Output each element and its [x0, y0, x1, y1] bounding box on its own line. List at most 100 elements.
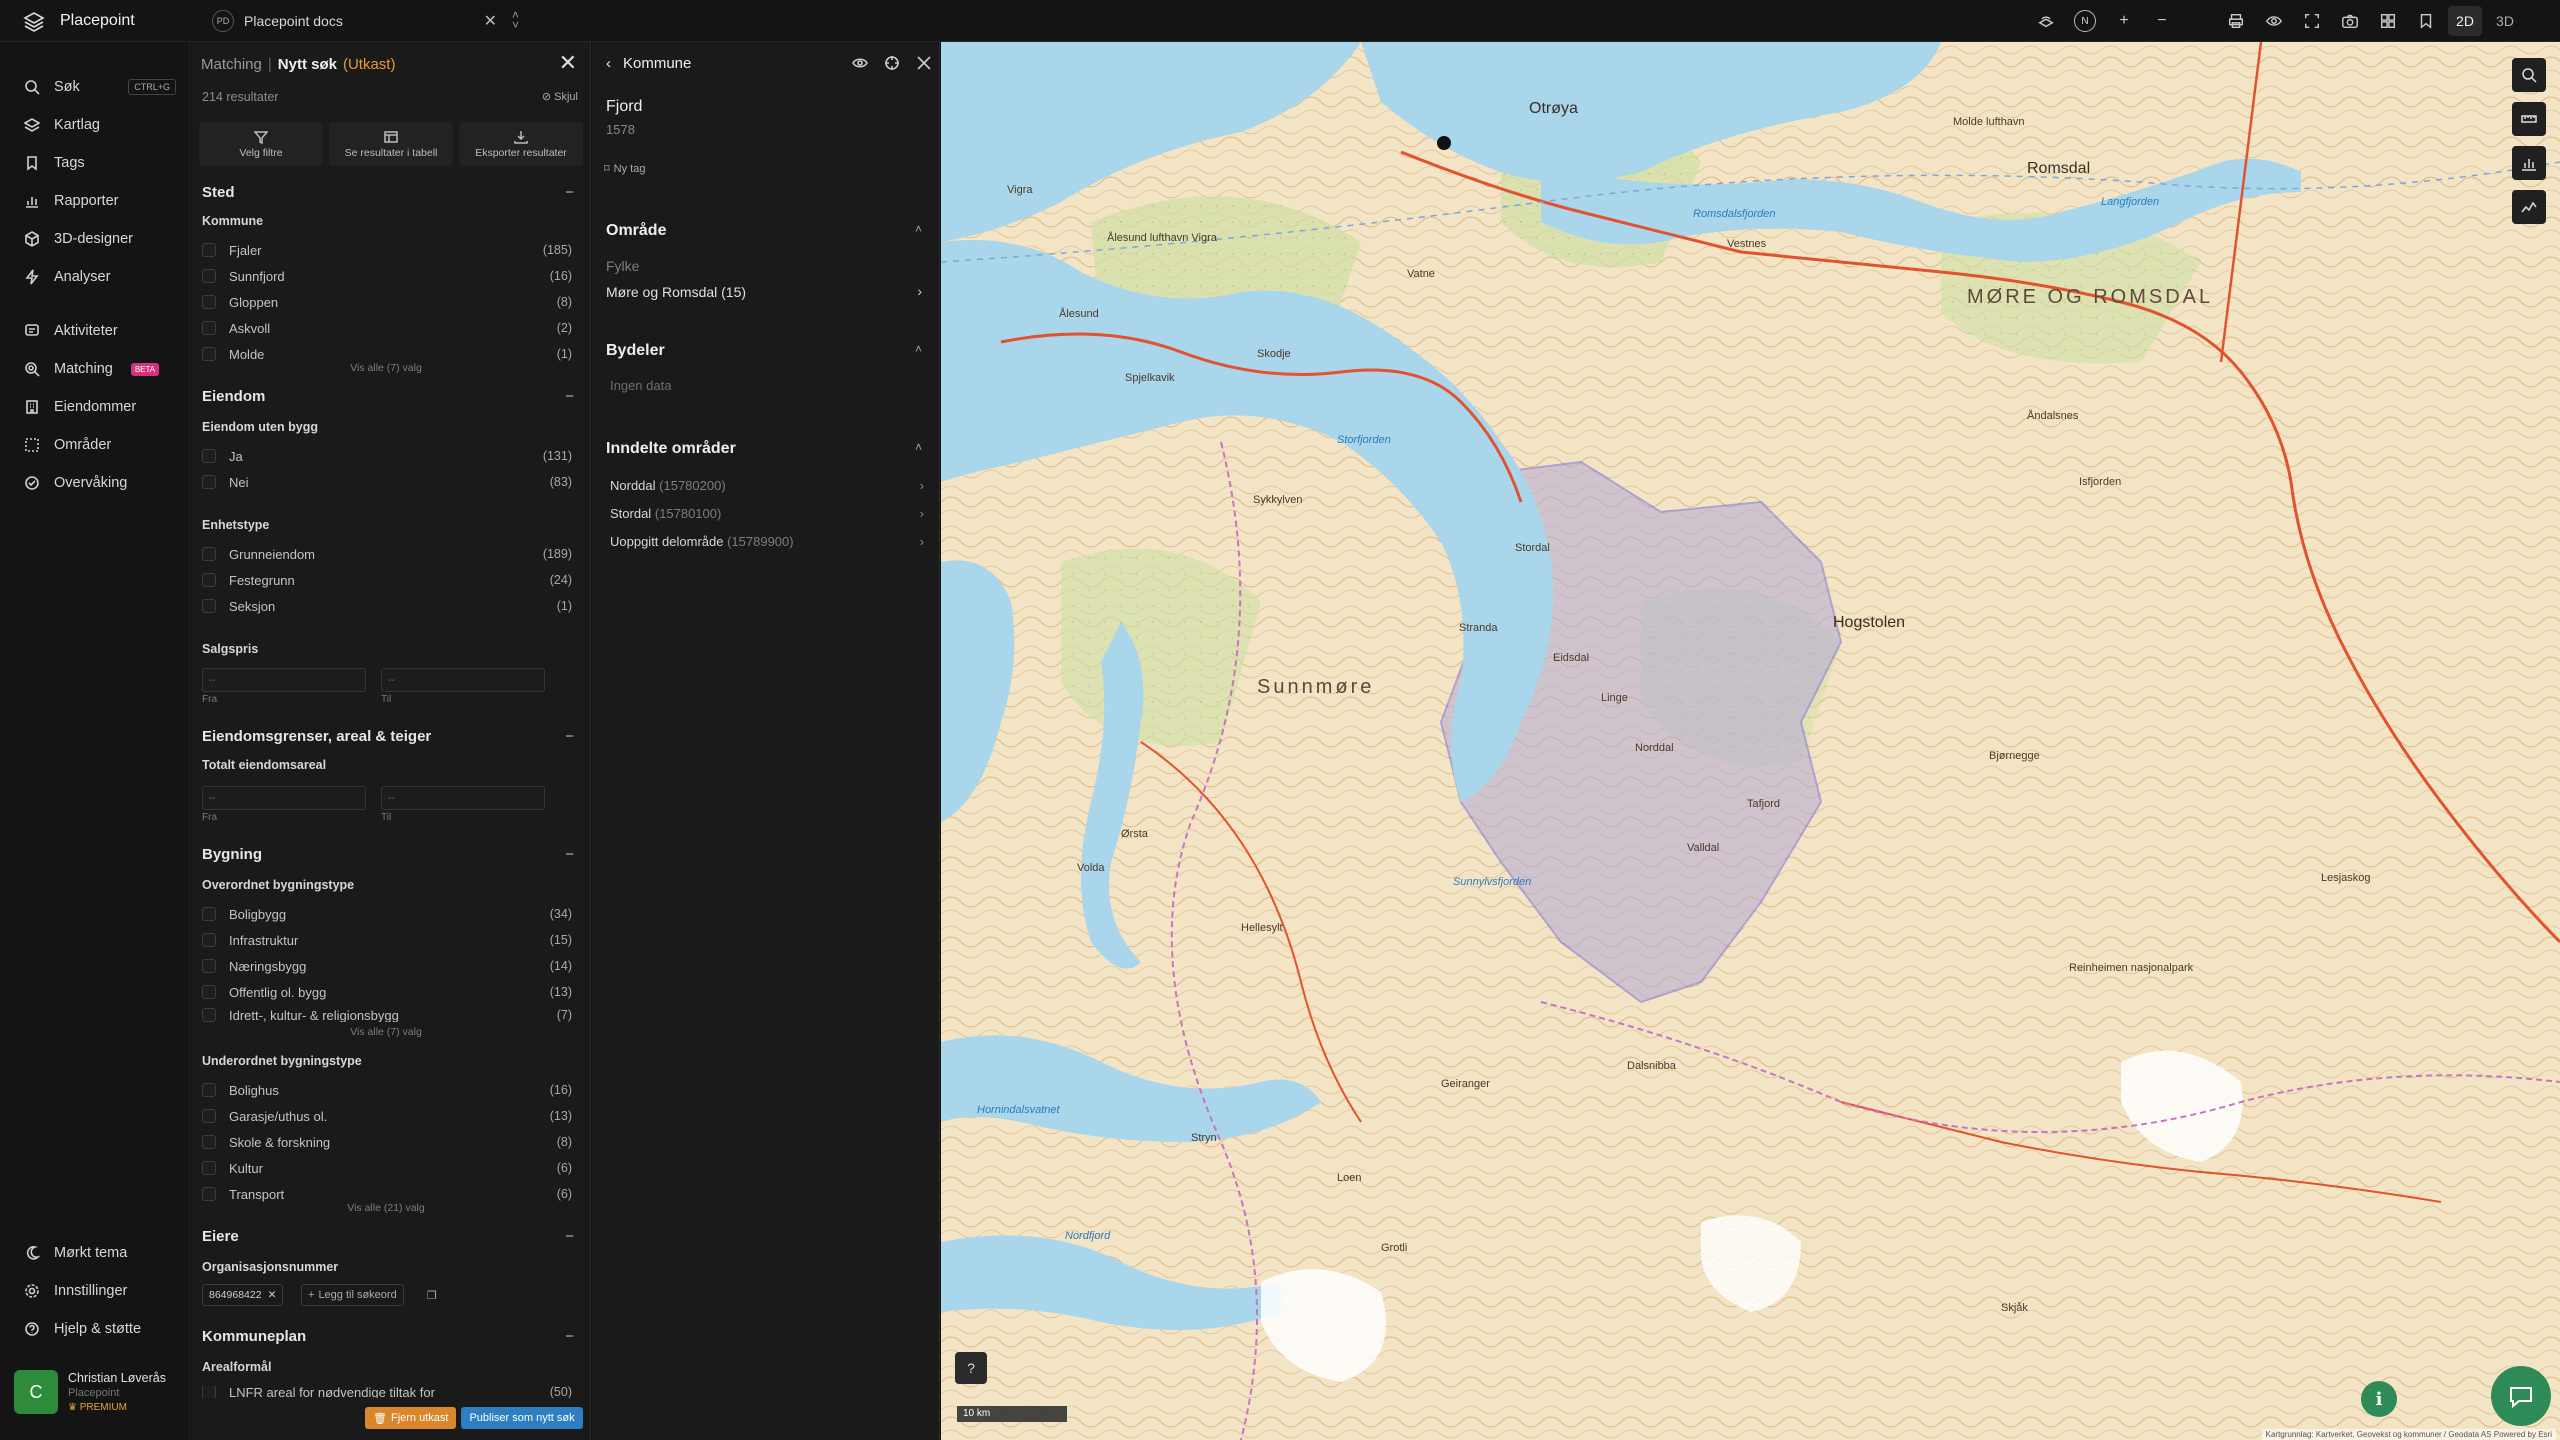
camera-icon[interactable]: [2340, 11, 2360, 31]
checkbox[interactable]: [202, 243, 216, 257]
show-all-overordnet[interactable]: Vis alle (7) valg: [191, 1026, 581, 1038]
checkbox[interactable]: [202, 573, 216, 587]
collapse-icon[interactable]: −: [565, 388, 574, 405]
checkbox[interactable]: [202, 985, 216, 999]
breadcrumb-matching[interactable]: Matching: [201, 56, 262, 73]
sidebar-item-analyser[interactable]: Analyser: [0, 262, 190, 292]
option-molde[interactable]: Molde (1): [202, 344, 572, 364]
map-view[interactable]: MØRE OG ROMSDAL Sunnmøre Romsdal Otrøya …: [941, 42, 2560, 1440]
checkbox[interactable]: [202, 959, 216, 973]
option-grunneiendom[interactable]: Grunneiendom (189): [202, 544, 572, 564]
map-chart-control[interactable]: [2512, 146, 2546, 180]
sidebar-item-help[interactable]: Hjelp & støtte: [0, 1314, 190, 1344]
checkbox[interactable]: [202, 1386, 216, 1398]
show-all-kommune[interactable]: Vis alle (7) valg: [191, 362, 581, 374]
sidebar-item-eiendommer[interactable]: Eiendommer: [0, 392, 190, 422]
option-festegrunn[interactable]: Festegrunn (24): [202, 570, 572, 590]
print-icon[interactable]: [2226, 11, 2246, 31]
brand[interactable]: Placepoint: [22, 0, 135, 42]
option-idrett[interactable]: Idrett-, kultur- & religionsbygg (7): [202, 1008, 572, 1022]
bookmark-icon[interactable]: [2416, 11, 2436, 31]
list-item[interactable]: Norddal (15780200) ›: [610, 478, 926, 493]
option-seksjon[interactable]: Seksjon (1): [202, 596, 572, 616]
section-eiendomsgrenser[interactable]: Eiendomsgrenser, areal & teiger −: [202, 728, 582, 745]
sidebar-item-kartlag[interactable]: Kartlag: [0, 110, 190, 140]
sidebar-item-settings[interactable]: Innstillinger: [0, 1276, 190, 1306]
section-bydeler[interactable]: Bydeler ˄: [606, 342, 926, 360]
section-inndelte[interactable]: Inndelte områder ˄: [606, 440, 926, 458]
checkbox[interactable]: [202, 933, 216, 947]
sidebar-item-omrader[interactable]: Områder: [0, 430, 190, 460]
collapse-icon[interactable]: −: [565, 1228, 574, 1245]
eye-icon[interactable]: [852, 55, 868, 71]
option-offentlig[interactable]: Offentlig ol. bygg (13): [202, 982, 572, 1002]
option-nei[interactable]: Nei (83): [202, 472, 572, 492]
topographic-map[interactable]: [941, 42, 2560, 1440]
grid-icon[interactable]: [2378, 11, 2398, 31]
checkbox[interactable]: [202, 1109, 216, 1123]
option-ja[interactable]: Ja (131): [202, 446, 572, 466]
salgspris-to-input[interactable]: --: [381, 668, 545, 692]
fylke-row[interactable]: Møre og Romsdal (15) ›: [606, 283, 926, 300]
option-gloppen[interactable]: Gloppen (8): [202, 292, 572, 312]
hide-button[interactable]: ⊘ Skjul: [542, 90, 578, 103]
map-profile-control[interactable]: [2512, 190, 2546, 224]
up-down-chevron-icon[interactable]: ˄ ˅: [512, 9, 519, 31]
checkbox[interactable]: [202, 599, 216, 613]
sidebar-item-overvaking[interactable]: Overvåking: [0, 468, 190, 498]
checkbox[interactable]: [202, 1083, 216, 1097]
show-all-underordnet[interactable]: Vis alle (21) valg: [191, 1202, 581, 1214]
remove-chip-icon[interactable]: ✕: [268, 1289, 277, 1301]
checkbox[interactable]: [202, 449, 216, 463]
option-bolighus[interactable]: Bolighus (16): [202, 1080, 572, 1100]
add-keyword-button[interactable]: + Legg til søkeord: [301, 1284, 404, 1306]
map-help-button[interactable]: ?: [955, 1352, 987, 1384]
collapse-icon[interactable]: −: [565, 728, 574, 745]
section-sted[interactable]: Sted −: [202, 184, 582, 201]
option-infrastruktur[interactable]: Infrastruktur (15): [202, 930, 572, 950]
checkbox[interactable]: [202, 1008, 216, 1022]
map-layer-control[interactable]: [2512, 58, 2546, 92]
sidebar-item-aktiviteter[interactable]: Aktiviteter: [0, 316, 190, 346]
back-chevron-icon[interactable]: ‹: [606, 55, 611, 72]
collapse-icon[interactable]: −: [565, 846, 574, 863]
sidebar-item-sok[interactable]: Søk CTRL+G: [0, 72, 190, 102]
compass-icon[interactable]: N: [2074, 10, 2096, 32]
section-eiendom[interactable]: Eiendom −: [202, 388, 582, 405]
info-button[interactable]: i: [2361, 1381, 2397, 1417]
checkbox[interactable]: [202, 269, 216, 283]
option-skole[interactable]: Skole & forskning (8): [202, 1132, 572, 1152]
checkbox[interactable]: [202, 295, 216, 309]
document-select[interactable]: PD Placepoint docs ✕ ˄ ˅: [204, 6, 529, 36]
checkbox[interactable]: [202, 321, 216, 335]
option-sunnfjord[interactable]: Sunnfjord (16): [202, 266, 572, 286]
zoom-out-icon[interactable]: −: [2152, 11, 2172, 31]
collapse-icon[interactable]: −: [565, 1328, 574, 1345]
close-icon[interactable]: ✕: [559, 52, 577, 74]
checkbox[interactable]: [202, 1187, 216, 1201]
checkbox[interactable]: [202, 547, 216, 561]
mode-3d-button[interactable]: 3D: [2488, 6, 2522, 36]
areal-from-input[interactable]: --: [202, 786, 366, 810]
checkbox[interactable]: [202, 475, 216, 489]
option-askvoll[interactable]: Askvoll (2): [202, 318, 572, 338]
publish-search-button[interactable]: Publiser som nytt søk: [461, 1407, 583, 1429]
list-item[interactable]: Uoppgitt delområde (15789900) ›: [610, 534, 926, 549]
export-results-button[interactable]: Eksporter resultater: [459, 122, 583, 166]
salgspris-from-input[interactable]: --: [202, 668, 366, 692]
option-kultur[interactable]: Kultur (6): [202, 1158, 572, 1178]
close-icon[interactable]: [916, 55, 932, 71]
sidebar-item-tags[interactable]: Tags: [0, 148, 190, 178]
remove-draft-button[interactable]: 🗑 Fjern utkast: [365, 1407, 457, 1429]
chevron-up-icon[interactable]: ˄: [915, 440, 922, 454]
new-tag-button[interactable]: ⌑ Ny tag: [604, 162, 645, 176]
clear-document-icon[interactable]: ✕: [484, 11, 497, 31]
collapse-icon[interactable]: −: [565, 184, 574, 201]
section-bygning[interactable]: Bygning −: [202, 846, 582, 863]
chevron-up-icon[interactable]: ˄: [915, 342, 922, 356]
sidebar-item-matching[interactable]: Matching BETA: [0, 354, 190, 384]
eye-icon[interactable]: [2264, 11, 2284, 31]
select-filters-button[interactable]: Velg filtre: [199, 122, 323, 166]
list-item[interactable]: Stordal (15780100) ›: [610, 506, 926, 521]
option-boligbygg[interactable]: Boligbygg (34): [202, 904, 572, 924]
